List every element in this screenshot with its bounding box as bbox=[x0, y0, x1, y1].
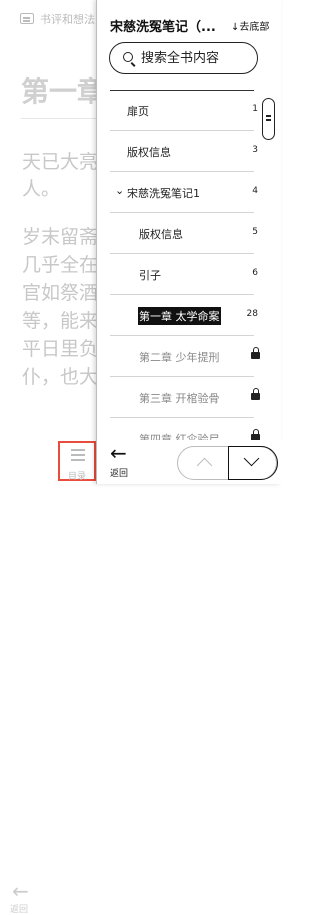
book-title: 宋慈洗冤笔记（... bbox=[110, 20, 216, 35]
chevron-down-icon[interactable]: ⌄ bbox=[115, 184, 124, 197]
toc-item-label: 宋慈洗冤笔记1 bbox=[127, 187, 200, 200]
toc-button[interactable]: 目录 bbox=[58, 441, 96, 482]
search-icon bbox=[123, 52, 133, 62]
back-arrow-icon[interactable]: ← bbox=[12, 879, 29, 903]
toc-item-label: 引子 bbox=[139, 269, 161, 282]
toc-item[interactable]: 版权信息 3 bbox=[97, 131, 282, 172]
chapter-title: 第一章 bbox=[21, 75, 106, 108]
toc-item-page: 28 bbox=[246, 309, 258, 319]
jump-to-bottom-button[interactable]: ↓去底部 bbox=[231, 18, 269, 33]
search-box[interactable] bbox=[109, 42, 258, 74]
lock-icon bbox=[251, 388, 260, 400]
toc-item-locked[interactable]: 第四章 红伞验尸 bbox=[97, 418, 282, 440]
toc-item[interactable]: ⌄ 宋慈洗冤笔记1 4 bbox=[97, 172, 282, 213]
toc-item-label: 版权信息 bbox=[127, 146, 171, 159]
back-label[interactable]: 返回 bbox=[10, 902, 28, 915]
toc-panel: 宋慈洗冤笔记（... ↓去底部 扉页 1 版权信息 3 ⌄ 宋慈洗冤笔记1 4 … bbox=[96, 0, 282, 484]
toc-item[interactable]: 扉页 1 bbox=[97, 90, 282, 131]
page-nav-group bbox=[177, 446, 278, 480]
toc-item-page: 4 bbox=[252, 186, 258, 196]
back-label[interactable]: 返回 bbox=[110, 466, 128, 479]
toc-item-label: 第二章 少年提刑 bbox=[139, 351, 220, 364]
toc-item-label: 扉页 bbox=[127, 105, 149, 118]
toc-item-label: 第一章 太学命案 bbox=[138, 307, 221, 325]
toc-item-label: 第三章 开棺验骨 bbox=[139, 392, 220, 405]
toc-item-page: 6 bbox=[252, 268, 258, 278]
notes-label[interactable]: 书评和想法 bbox=[40, 11, 95, 27]
text-line: 仆，也大 bbox=[22, 366, 99, 388]
toc-item-locked[interactable]: 第三章 开棺验骨 bbox=[97, 377, 282, 418]
toc-bottom-bar: ← 返回 bbox=[97, 440, 282, 484]
scroll-handle[interactable] bbox=[262, 98, 275, 140]
toc-item[interactable]: 引子 6 bbox=[97, 254, 282, 295]
toc-item-page: 5 bbox=[252, 227, 258, 237]
toc-item-locked[interactable]: 第二章 少年提刑 bbox=[97, 336, 282, 377]
toc-item-label: 版权信息 bbox=[139, 228, 183, 241]
toc-label: 目录 bbox=[67, 472, 86, 482]
menu-icon bbox=[71, 449, 85, 451]
back-arrow-icon[interactable]: ← bbox=[110, 443, 127, 463]
toc-item-page: 1 bbox=[252, 104, 258, 114]
chevron-up-icon[interactable] bbox=[188, 451, 222, 475]
search-input[interactable] bbox=[141, 49, 251, 67]
toc-item[interactable]: 版权信息 5 bbox=[97, 213, 282, 254]
text-line: 人。 bbox=[22, 178, 61, 200]
toc-item-label: 第四章 红伞验尸 bbox=[139, 433, 220, 440]
toc-item-page: 3 bbox=[252, 145, 258, 155]
lock-icon bbox=[251, 347, 260, 359]
toc-item-current[interactable]: 第一章 太学命案 28 bbox=[97, 295, 282, 336]
note-icon[interactable] bbox=[20, 13, 34, 24]
chevron-down-icon[interactable] bbox=[228, 446, 278, 480]
toc-list: 扉页 1 版权信息 3 ⌄ 宋慈洗冤笔记1 4 版权信息 5 引子 6 第一章 … bbox=[97, 90, 282, 440]
